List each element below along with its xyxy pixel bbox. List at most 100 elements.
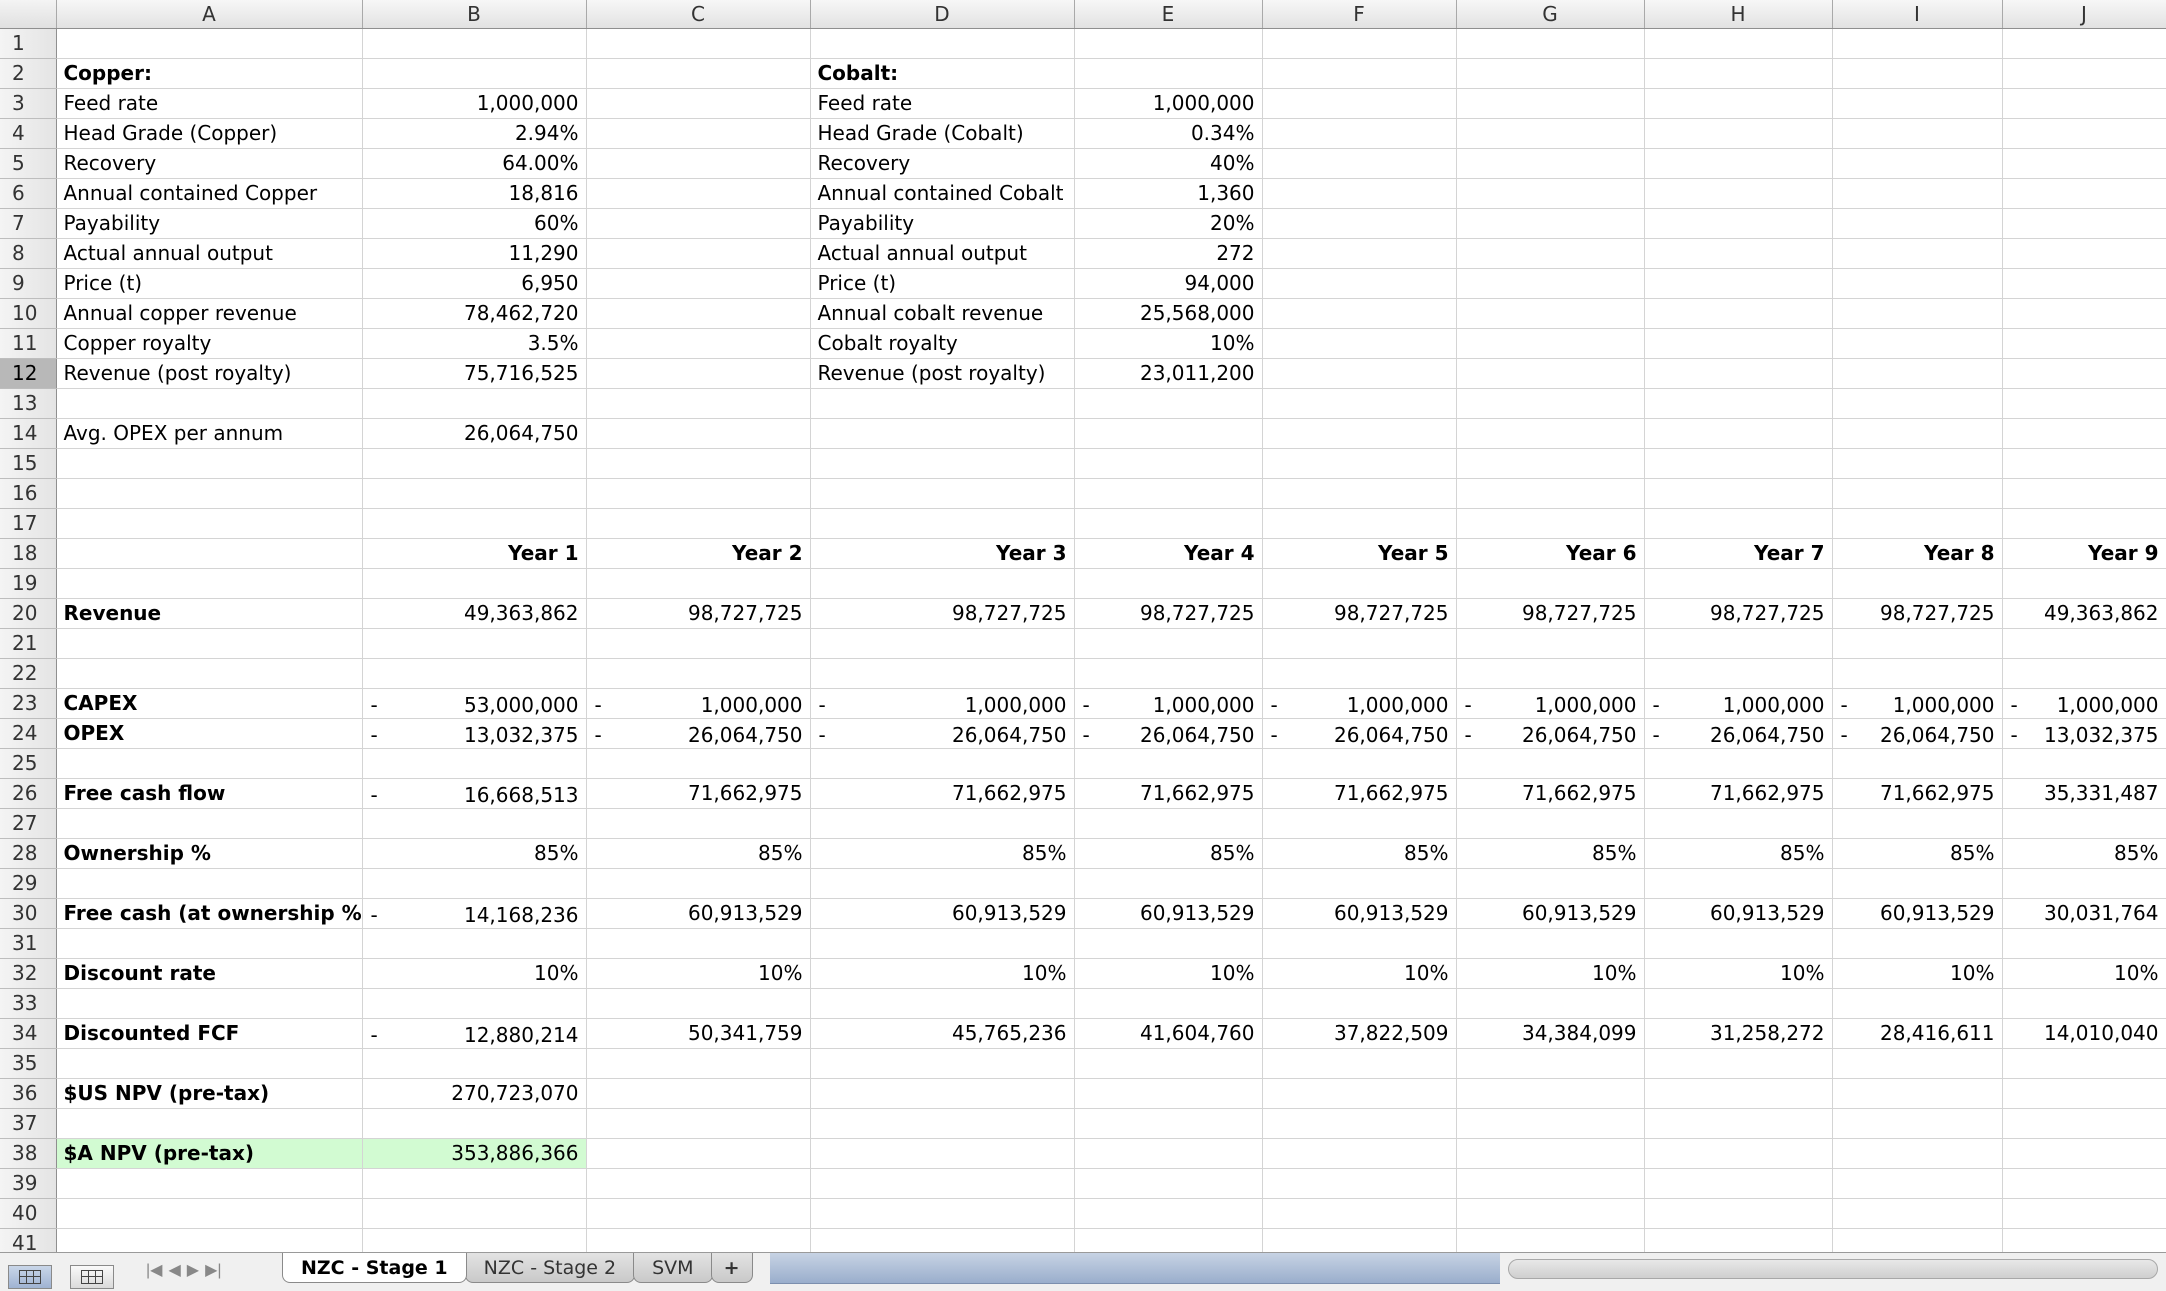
cell-a14[interactable]: Avg. OPEX per annum [56,418,363,449]
cell-a3[interactable]: Feed rate [56,88,363,119]
cell-c25[interactable] [586,748,811,779]
cell-j27[interactable] [2002,808,2166,839]
cell-j8[interactable] [2002,238,2166,269]
cell-d8[interactable]: Actual annual output [810,238,1075,269]
cell-h34[interactable]: 31,258,272 [1644,1018,1833,1049]
cell-e18[interactable]: Year 4 [1074,538,1263,569]
cell-i11[interactable] [1832,328,2003,359]
cell-f34[interactable]: 37,822,509 [1262,1018,1457,1049]
row-header[interactable]: 16 [0,478,57,509]
cell-f19[interactable] [1262,568,1457,599]
cell-i29[interactable] [1832,868,2003,899]
cell-j7[interactable] [2002,208,2166,239]
cell-d11[interactable]: Cobalt royalty [810,328,1075,359]
horizontal-scrollbar[interactable] [1508,1259,2158,1279]
cell-j25[interactable] [2002,748,2166,779]
cell-g21[interactable] [1456,628,1645,659]
cell-h13[interactable] [1644,388,1833,419]
cell-e11[interactable]: 10% [1074,328,1263,359]
cell-a15[interactable] [56,448,363,479]
row-header[interactable]: 38 [0,1138,57,1169]
sheet-tab-3[interactable]: SVM [633,1253,713,1283]
cell-j13[interactable] [2002,388,2166,419]
cell-c16[interactable] [586,478,811,509]
cell-e25[interactable] [1074,748,1263,779]
cell-h39[interactable] [1644,1168,1833,1199]
cell-c22[interactable] [586,658,811,689]
select-all-corner[interactable] [0,0,57,29]
sheet-tab-1[interactable]: NZC - Stage 1 [282,1253,467,1283]
cell-f8[interactable] [1262,238,1457,269]
cell-i13[interactable] [1832,388,2003,419]
first-sheet-icon[interactable]: |◀ [146,1260,162,1280]
cell-d14[interactable] [810,418,1075,449]
cell-e33[interactable] [1074,988,1263,1019]
cell-g6[interactable] [1456,178,1645,209]
cell-g8[interactable] [1456,238,1645,269]
cell-i38[interactable] [1832,1138,2003,1169]
cell-a24[interactable]: OPEX [56,718,363,749]
cell-c4[interactable] [586,118,811,149]
row-header[interactable]: 24 [0,718,57,749]
cell-h16[interactable] [1644,478,1833,509]
cell-h19[interactable] [1644,568,1833,599]
row-header[interactable]: 5 [0,148,57,179]
cell-j32[interactable]: 10% [2002,958,2166,989]
cell-b20[interactable]: 49,363,862 [362,598,587,629]
cell-f18[interactable]: Year 5 [1262,538,1457,569]
cell-a12[interactable]: Revenue (post royalty) [56,358,363,389]
cell-h7[interactable] [1644,208,1833,239]
cell-j4[interactable] [2002,118,2166,149]
column-header-b[interactable]: B [362,0,587,29]
cell-e26[interactable]: 71,662,975 [1074,778,1263,809]
cell-h38[interactable] [1644,1138,1833,1169]
cell-j21[interactable] [2002,628,2166,659]
cell-c1[interactable] [586,28,811,59]
cell-b34[interactable]: - 12,880,214 [362,1018,587,1049]
cell-f11[interactable] [1262,328,1457,359]
cell-b16[interactable] [362,478,587,509]
cell-g32[interactable]: 10% [1456,958,1645,989]
cell-b19[interactable] [362,568,587,599]
page-layout-view-button[interactable] [70,1265,114,1289]
cell-h22[interactable] [1644,658,1833,689]
cell-j40[interactable] [2002,1198,2166,1229]
cell-a39[interactable] [56,1168,363,1199]
cell-j24[interactable]: -13,032,375 [2002,718,2166,749]
cell-j17[interactable] [2002,508,2166,539]
cell-g27[interactable] [1456,808,1645,839]
cell-e40[interactable] [1074,1198,1263,1229]
cell-f13[interactable] [1262,388,1457,419]
cell-g25[interactable] [1456,748,1645,779]
cell-g1[interactable] [1456,28,1645,59]
cell-i32[interactable]: 10% [1832,958,2003,989]
cell-e31[interactable] [1074,928,1263,959]
cell-f32[interactable]: 10% [1262,958,1457,989]
cell-i26[interactable]: 71,662,975 [1832,778,2003,809]
cell-d25[interactable] [810,748,1075,779]
cell-j30[interactable]: 30,031,764 [2002,898,2166,929]
cell-f12[interactable] [1262,358,1457,389]
cell-a28[interactable]: Ownership % [56,838,363,869]
cell-e19[interactable] [1074,568,1263,599]
cell-a35[interactable] [56,1048,363,1079]
cell-g4[interactable] [1456,118,1645,149]
cell-e28[interactable]: 85% [1074,838,1263,869]
cell-c33[interactable] [586,988,811,1019]
cell-h12[interactable] [1644,358,1833,389]
cell-i2[interactable] [1832,58,2003,89]
cell-b17[interactable] [362,508,587,539]
cell-d26[interactable]: 71,662,975 [810,778,1075,809]
cell-d20[interactable]: 98,727,725 [810,598,1075,629]
row-header[interactable]: 32 [0,958,57,989]
cell-h10[interactable] [1644,298,1833,329]
column-header-g[interactable]: G [1456,0,1645,29]
cell-f35[interactable] [1262,1048,1457,1079]
cell-j39[interactable] [2002,1168,2166,1199]
cell-d21[interactable] [810,628,1075,659]
cell-g18[interactable]: Year 6 [1456,538,1645,569]
cell-b5[interactable]: 64.00% [362,148,587,179]
cell-d33[interactable] [810,988,1075,1019]
row-header[interactable]: 26 [0,778,57,809]
cell-h30[interactable]: 60,913,529 [1644,898,1833,929]
